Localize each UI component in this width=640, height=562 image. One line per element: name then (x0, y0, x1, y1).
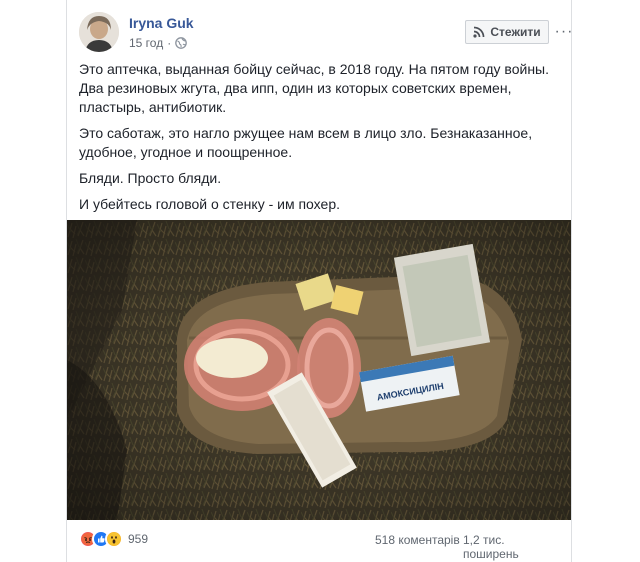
post-paragraph: Это аптечка, выданная бойцу сейчас, в 20… (79, 61, 549, 115)
reactions-summary[interactable]: 959 (79, 530, 148, 548)
follow-label: Стежити (490, 25, 541, 39)
post-paragraph: Это саботаж, это нагло ржущее нам всем в… (79, 125, 533, 160)
post-paragraph: И убейтесь головой о стенку - им похер. (79, 196, 340, 212)
follow-button[interactable]: Стежити (465, 20, 549, 44)
post-photo[interactable]: АМОКСИЦИЛІН (67, 220, 571, 520)
reactions-count: 959 (128, 532, 149, 546)
post-header: Iryna Guk 15 год · Стежити ··· (79, 12, 572, 54)
post-text: Это аптечка, выданная бойцу сейчас, в 20… (79, 60, 563, 221)
comments-count-link[interactable]: 518 коментарів (375, 533, 460, 547)
globe-icon (175, 37, 188, 49)
author-name[interactable]: Iryna Guk (129, 15, 194, 31)
post-meta: 15 год · (129, 36, 188, 50)
first-aid-kit-photo: АМОКСИЦИЛІН (67, 220, 571, 520)
author-avatar[interactable] (79, 12, 119, 52)
more-options-button[interactable]: ··· (553, 20, 575, 44)
post-card: Iryna Guk 15 год · Стежити ··· Это аптеч… (66, 0, 572, 562)
wow-icon (105, 530, 123, 548)
meta-separator: · (167, 36, 172, 50)
post-timestamp[interactable]: 15 год (129, 36, 163, 50)
post-footer: 959 518 коментарів 1,2 тис. поширень (79, 530, 563, 561)
shares-count-link[interactable]: 1,2 тис. поширень (463, 533, 563, 561)
post-paragraph: Бляди. Просто бляди. (79, 170, 222, 186)
rss-icon (473, 26, 485, 38)
